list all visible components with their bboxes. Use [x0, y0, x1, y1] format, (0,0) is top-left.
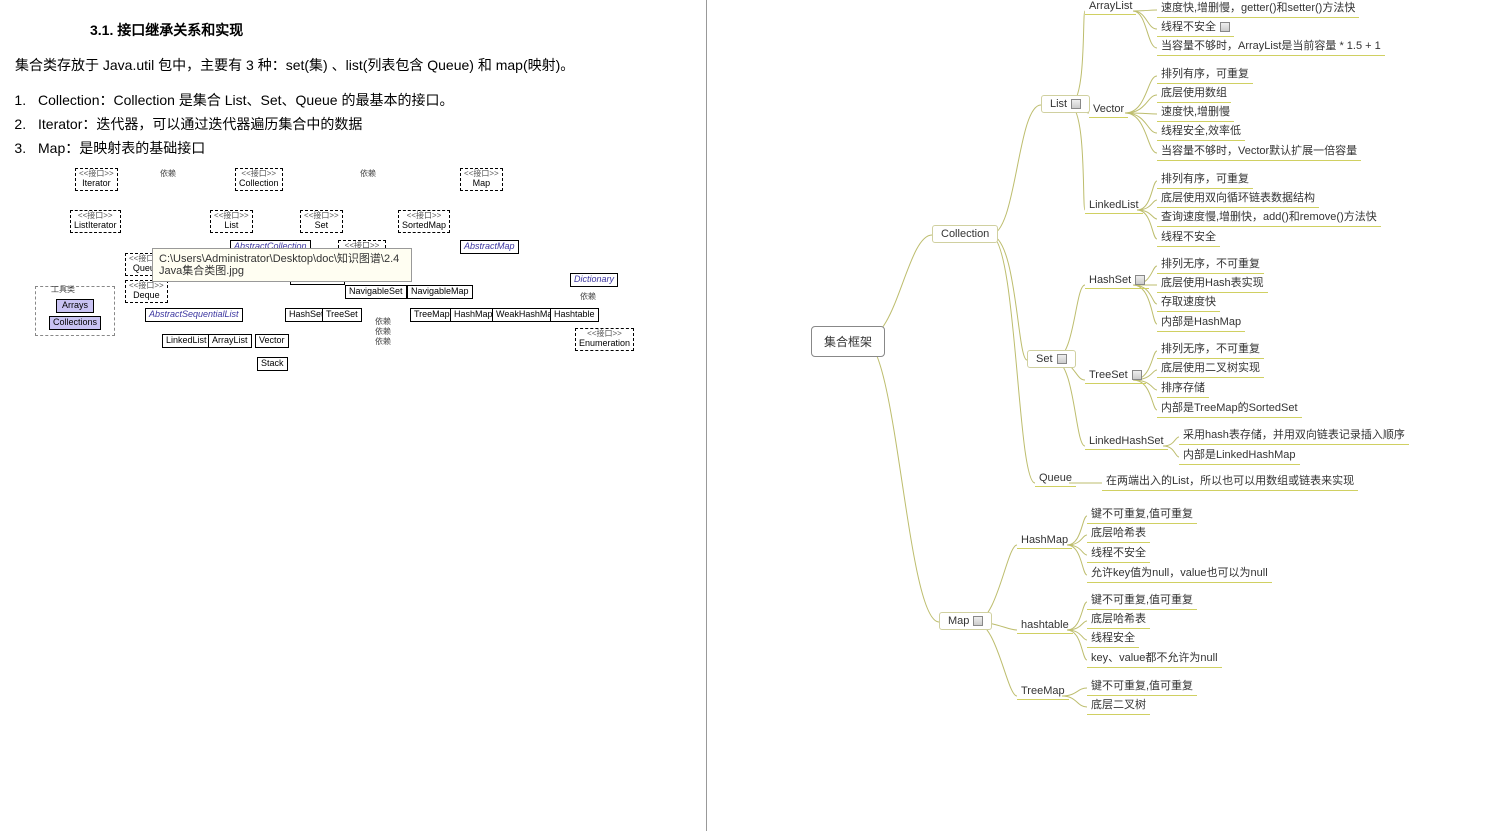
- mm-leaf: 排列无序，不可重复: [1157, 255, 1264, 274]
- uml-arraylist: ArrayList: [208, 334, 252, 348]
- mm-arraylist: ArrayList: [1085, 0, 1136, 15]
- mm-leaf: 排列无序，不可重复: [1157, 340, 1264, 359]
- mm-leaf: 线程不安全: [1157, 228, 1220, 247]
- uml-stack: Stack: [257, 357, 288, 371]
- uml-list: <<接口>>List: [210, 210, 253, 233]
- mm-leaf: 排列有序，可重复: [1157, 170, 1253, 189]
- uml-deque: <<接口>>Deque: [125, 280, 168, 303]
- uml-depend-label: 依赖: [160, 170, 176, 179]
- mm-leaf: 线程安全,效率低: [1157, 122, 1245, 141]
- mm-leaf: 键不可重复,值可重复: [1087, 677, 1197, 696]
- uml-depend-label: 依赖: [375, 318, 391, 327]
- list-item: Iterator：迭代器，可以通过迭代器遍历集合中的数据: [30, 114, 676, 134]
- note-icon: [1135, 275, 1145, 285]
- uml-hashtable: Hashtable: [550, 308, 599, 322]
- uml-navigableset: NavigableSet: [345, 285, 407, 299]
- mm-leaf: 采用hash表存储，并用双向链表记录插入顺序: [1179, 426, 1409, 445]
- mm-leaf: 内部是TreeMap的SortedSet: [1157, 399, 1302, 418]
- mm-collection: Collection: [932, 225, 998, 243]
- list-item: Map：是映射表的基础接口: [30, 138, 676, 158]
- mm-root: 集合框架: [811, 326, 885, 357]
- uml-map: <<接口>>Map: [460, 168, 503, 191]
- mm-leaf: 内部是LinkedHashMap: [1179, 446, 1300, 465]
- mm-leaf: 底层使用双向循环链表数据结构: [1157, 189, 1319, 208]
- uml-vector: Vector: [255, 334, 289, 348]
- mm-hashset: HashSet: [1085, 274, 1149, 289]
- mm-list: List: [1041, 95, 1090, 113]
- uml-depend-label: 依赖: [360, 170, 376, 179]
- mm-leaf: 底层使用Hash表实现: [1157, 274, 1268, 293]
- note-icon: [1071, 99, 1081, 109]
- mm-leaf: 键不可重复,值可重复: [1087, 505, 1197, 524]
- mm-leaf: 键不可重复,值可重复: [1087, 591, 1197, 610]
- mm-leaf: 线程不安全: [1157, 18, 1234, 37]
- intro-paragraph: 集合类存放于 Java.util 包中，主要有 3 种：set(集) 、list…: [15, 55, 676, 75]
- mm-leaf: 线程不安全: [1087, 544, 1150, 563]
- section-heading: 3.1. 接口继承关系和实现: [90, 20, 676, 40]
- uml-collections: Collections: [49, 316, 101, 330]
- mm-leaf: 内部是HashMap: [1157, 313, 1245, 332]
- uml-diagram: <<接口>>Iterator 依赖 <<接口>>Collection 依赖 <<…: [20, 168, 660, 398]
- mm-leaf: 速度快,增删慢: [1157, 103, 1234, 122]
- mm-leaf: key、value都不允许为null: [1087, 649, 1222, 668]
- mm-leaf: 当容量不够时，Vector默认扩展一倍容量: [1157, 142, 1361, 161]
- uml-enumeration: <<接口>>Enumeration: [575, 328, 634, 351]
- mm-leaf: 当容量不够时，ArrayList是当前容量 * 1.5 + 1: [1157, 37, 1385, 56]
- uml-depend-label: 依赖: [580, 293, 596, 302]
- mm-leaf: 线程安全: [1087, 629, 1139, 648]
- uml-depend-label: 依赖: [375, 338, 391, 347]
- document-left-page: 3.1. 接口继承关系和实现 集合类存放于 Java.util 包中，主要有 3…: [0, 0, 707, 831]
- uml-abstractsequentiallist: AbstractSequentialList: [145, 308, 243, 322]
- mm-leaf: 底层使用二叉树实现: [1157, 359, 1264, 378]
- image-path-tooltip: C:\Users\Administrator\Desktop\doc\知识图谱\…: [152, 248, 412, 282]
- mm-leaf: 在两端出入的List，所以也可以用数组或链表来实现: [1102, 472, 1358, 491]
- uml-sortedmap: <<接口>>SortedMap: [398, 210, 450, 233]
- uml-collection: <<接口>>Collection: [235, 168, 283, 191]
- uml-iterator: <<接口>>Iterator: [75, 168, 118, 191]
- mm-leaf: 存取速度快: [1157, 293, 1220, 312]
- uml-util-label: 工具类: [51, 286, 75, 295]
- definition-list: Collection：Collection 是集合 List、Set、Queue…: [10, 90, 676, 158]
- mm-leaf: 速度快,增删慢，getter()和setter()方法快: [1157, 0, 1359, 18]
- note-icon: [1132, 370, 1142, 380]
- mm-leaf: 查询速度慢,增删快，add()和remove()方法快: [1157, 208, 1381, 227]
- mm-treeset: TreeSet: [1085, 369, 1146, 384]
- uml-treeset: TreeSet: [322, 308, 362, 322]
- uml-arrays: Arrays: [56, 299, 94, 313]
- mm-leaf: 允许key值为null，value也可以为null: [1087, 564, 1272, 583]
- mm-hashtable: hashtable: [1017, 619, 1073, 634]
- uml-depend-label: 依赖: [375, 328, 391, 337]
- uml-set: <<接口>>Set: [300, 210, 343, 233]
- mm-leaf: 底层哈希表: [1087, 524, 1150, 543]
- mm-linkedlist: LinkedList: [1085, 199, 1143, 214]
- mm-treemap: TreeMap: [1017, 685, 1069, 700]
- mm-leaf: 底层二叉树: [1087, 696, 1150, 715]
- uml-navigablemap: NavigableMap: [407, 285, 473, 299]
- mm-map: Map: [939, 612, 992, 630]
- document-right-page: 集合框架 Collection Map List ArrayList 速度快,增…: [707, 0, 1504, 831]
- list-item: Collection：Collection 是集合 List、Set、Queue…: [30, 90, 676, 110]
- note-icon: [1220, 22, 1230, 32]
- uml-abstractmap: AbstractMap: [460, 240, 519, 254]
- uml-dictionary: Dictionary: [570, 273, 618, 287]
- mindmap: 集合框架 Collection Map List ArrayList 速度快,增…: [707, 0, 1504, 831]
- mm-set: Set: [1027, 350, 1076, 368]
- uml-linkedlist: LinkedList: [162, 334, 211, 348]
- mm-vector: Vector: [1089, 103, 1128, 118]
- uml-listiterator: <<接口>>ListIterator: [70, 210, 121, 233]
- note-icon: [1057, 354, 1067, 364]
- mm-leaf: 底层哈希表: [1087, 610, 1150, 629]
- uml-hashmap: HashMap: [450, 308, 497, 322]
- mm-leaf: 排序存储: [1157, 379, 1209, 398]
- mm-hashmap: HashMap: [1017, 534, 1072, 549]
- note-icon: [973, 616, 983, 626]
- mm-queue: Queue: [1035, 472, 1076, 487]
- mm-leaf: 排列有序，可重复: [1157, 65, 1253, 84]
- uml-treemap: TreeMap: [410, 308, 454, 322]
- mm-leaf: 底层使用数组: [1157, 84, 1231, 103]
- mm-linkedhashset: LinkedHashSet: [1085, 435, 1168, 450]
